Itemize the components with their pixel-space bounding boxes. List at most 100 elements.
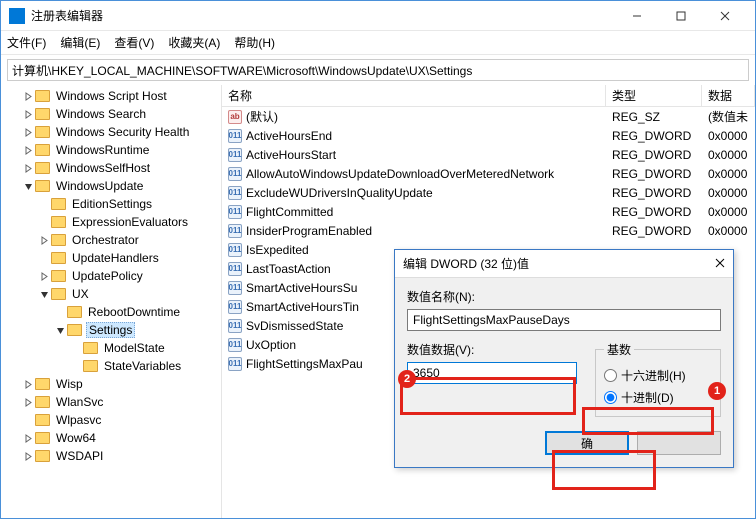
expand-icon[interactable] [21, 452, 35, 461]
tree-item[interactable]: Windows Security Health [1, 123, 221, 141]
tree-item[interactable]: Windows Search [1, 105, 221, 123]
value-name: IsExpedited [246, 243, 309, 257]
expand-icon[interactable] [21, 164, 35, 173]
string-icon: ab [228, 110, 242, 124]
col-data[interactable]: 数据 [702, 85, 755, 106]
menu-file[interactable]: 文件(F) [7, 34, 46, 51]
tree-item[interactable]: WSDAPI [1, 447, 221, 465]
expand-icon[interactable] [21, 92, 35, 101]
tree-item[interactable]: Wow64 [1, 429, 221, 447]
value-row[interactable]: 011AllowAutoWindowsUpdateDownloadOverMet… [222, 164, 755, 183]
tree-item[interactable]: Settings [1, 321, 221, 339]
tree-item-label: Wlpasvc [54, 413, 103, 427]
folder-icon [35, 378, 50, 390]
key-tree[interactable]: Windows Script HostWindows SearchWindows… [1, 85, 222, 518]
folder-icon [51, 288, 66, 300]
expand-icon[interactable] [37, 290, 51, 299]
tree-item-label: Orchestrator [70, 233, 141, 247]
binary-icon: 011 [228, 167, 242, 181]
ok-button[interactable]: 确 [545, 431, 629, 455]
tree-item-label: Wisp [54, 377, 85, 391]
expand-icon[interactable] [21, 380, 35, 389]
folder-icon [67, 306, 82, 318]
folder-icon [35, 414, 50, 426]
binary-icon: 011 [228, 205, 242, 219]
radix-group: 基数 十六进制(H) 十进制(D) [595, 341, 721, 417]
tree-item[interactable]: WindowsRuntime [1, 141, 221, 159]
edit-dword-dialog: 编辑 DWORD (32 位)值 数值名称(N): 数值数据(V): 基数 十六… [394, 249, 734, 468]
minimize-button[interactable] [615, 2, 659, 30]
tree-item[interactable]: Wlpasvc [1, 411, 221, 429]
binary-icon: 011 [228, 148, 242, 162]
tree-item[interactable]: Wisp [1, 375, 221, 393]
tree-item[interactable]: ModelState [1, 339, 221, 357]
folder-icon [83, 342, 98, 354]
maximize-button[interactable] [659, 2, 703, 30]
tree-item[interactable]: UpdatePolicy [1, 267, 221, 285]
tree-item-label: Wow64 [54, 431, 98, 445]
value-row[interactable]: 011ActiveHoursEndREG_DWORD0x0000 [222, 126, 755, 145]
tree-item[interactable]: StateVariables [1, 357, 221, 375]
expand-icon[interactable] [21, 146, 35, 155]
tree-item[interactable]: WlanSvc [1, 393, 221, 411]
folder-icon [35, 162, 50, 174]
col-name[interactable]: 名称 [222, 85, 606, 106]
dialog-close-button[interactable] [715, 257, 725, 271]
value-row[interactable]: 011FlightCommittedREG_DWORD0x0000 [222, 202, 755, 221]
expand-icon[interactable] [37, 272, 51, 281]
cancel-button[interactable] [637, 431, 721, 455]
close-button[interactable] [703, 2, 747, 30]
expand-icon[interactable] [53, 326, 67, 335]
radix-dec-option[interactable]: 十进制(D) [604, 386, 712, 408]
tree-item[interactable]: UX [1, 285, 221, 303]
value-row[interactable]: 011ExcludeWUDriversInQualityUpdateREG_DW… [222, 183, 755, 202]
data-label: 数值数据(V): [407, 341, 577, 358]
value-row[interactable]: 011InsiderProgramEnabledREG_DWORD0x0000 [222, 221, 755, 240]
tree-item-label: Windows Script Host [54, 89, 169, 103]
radix-hex-radio[interactable] [604, 369, 617, 382]
value-type: REG_DWORD [606, 224, 702, 238]
value-type: REG_DWORD [606, 148, 702, 162]
expand-icon[interactable] [21, 398, 35, 407]
value-type: REG_DWORD [606, 129, 702, 143]
expand-icon[interactable] [37, 236, 51, 245]
tree-item-label: UpdatePolicy [70, 269, 145, 283]
folder-icon [51, 270, 66, 282]
tree-item[interactable]: WindowsUpdate [1, 177, 221, 195]
expand-icon[interactable] [21, 182, 35, 191]
menu-favorites[interactable]: 收藏夹(A) [168, 34, 220, 51]
address-bar[interactable]: 计算机\HKEY_LOCAL_MACHINE\SOFTWARE\Microsof… [7, 59, 749, 81]
tree-item[interactable]: UpdateHandlers [1, 249, 221, 267]
value-row[interactable]: ab(默认)REG_SZ(数值未 [222, 107, 755, 126]
dialog-titlebar: 编辑 DWORD (32 位)值 [395, 250, 733, 278]
list-header: 名称 类型 数据 [222, 85, 755, 107]
titlebar: 注册表编辑器 [1, 1, 755, 31]
binary-icon: 011 [228, 129, 242, 143]
value-row[interactable]: 011ActiveHoursStartREG_DWORD0x0000 [222, 145, 755, 164]
value-type: REG_DWORD [606, 205, 702, 219]
tree-item[interactable]: ExpressionEvaluators [1, 213, 221, 231]
tree-item[interactable]: EditionSettings [1, 195, 221, 213]
radix-dec-radio[interactable] [604, 391, 617, 404]
expand-icon[interactable] [21, 110, 35, 119]
tree-item[interactable]: RebootDowntime [1, 303, 221, 321]
tree-item[interactable]: Windows Script Host [1, 87, 221, 105]
value-data: 0x0000 [702, 205, 755, 219]
tree-item[interactable]: Orchestrator [1, 231, 221, 249]
col-type[interactable]: 类型 [606, 85, 702, 106]
name-label: 数值名称(N): [407, 288, 721, 305]
menu-view[interactable]: 查看(V) [114, 34, 154, 51]
value-name: SmartActiveHoursSu [246, 281, 357, 295]
expand-icon[interactable] [21, 434, 35, 443]
name-input[interactable] [407, 309, 721, 331]
menu-edit[interactable]: 编辑(E) [60, 34, 100, 51]
value-type: REG_DWORD [606, 186, 702, 200]
binary-icon: 011 [228, 186, 242, 200]
value-data: 0x0000 [702, 129, 755, 143]
menu-help[interactable]: 帮助(H) [234, 34, 275, 51]
tree-item[interactable]: WindowsSelfHost [1, 159, 221, 177]
folder-icon [35, 432, 50, 444]
data-input[interactable] [407, 362, 577, 384]
expand-icon[interactable] [21, 128, 35, 137]
radix-hex-option[interactable]: 十六进制(H) [604, 364, 712, 386]
